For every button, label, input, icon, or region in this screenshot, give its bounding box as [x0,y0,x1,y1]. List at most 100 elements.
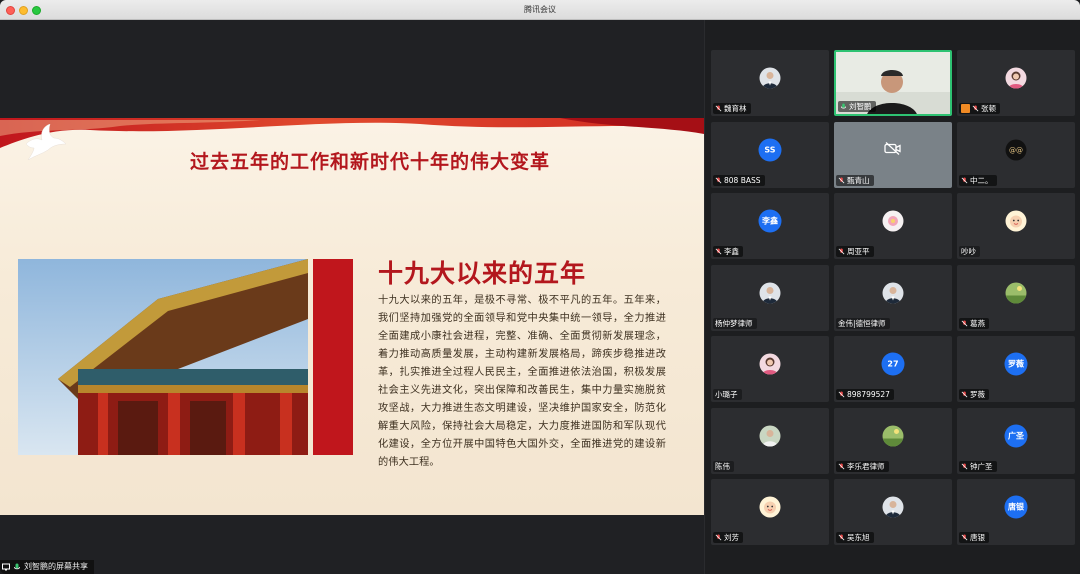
man-suit-avatar [882,496,904,518]
participant-name: 魏育林 [724,104,747,113]
microphone-icon [14,563,20,570]
microphone-muted-icon [961,462,968,469]
participant-tile[interactable]: 张顿 [957,50,1075,116]
cartoon-avatar [759,496,781,518]
man-suit-avatar [759,282,781,304]
participant-name-label: 杨仲梦律师 [713,317,757,329]
microphone-muted-icon [961,176,968,183]
participant-name: 中二。 [970,175,993,185]
participant-name-label: 魏育林 [713,103,751,114]
participant-name-label: 李鑫 [713,246,743,257]
participant-tile[interactable]: 罗薇 罗薇 [957,336,1075,402]
screen-share-label: 刘智鹏的屏幕共享 [24,562,88,571]
participant-tile[interactable]: 广圣 钟广圣 [957,407,1075,474]
microphone-icon [840,103,847,109]
participant-name: 罗薇 [970,390,985,399]
microphone-muted-icon [838,176,845,183]
slide-heading: 十九大以来的五年 [378,259,587,288]
participant-name: 陈伟 [715,461,730,471]
participant-initials-avatar: SS [758,138,782,162]
microphone-muted-icon [838,391,845,398]
screen-share-indicator: 刘智鹏的屏幕共享 [0,560,94,574]
microphone-muted-icon [715,534,722,541]
cartoon-avatar [1005,210,1027,232]
participant-tile[interactable]: 唐银 唐银 [957,479,1075,545]
participant-initials-avatar: 广圣 [1004,424,1028,448]
participant-name-label: 808 BASS [713,174,765,186]
participant-name: 吵吵 [961,247,976,256]
participant-initials-avatar: 李鑫 [758,209,782,233]
slide-title: 过去五年的工作和新时代十年的伟大变革 [190,151,551,173]
participant-name-label: 吵吵 [959,246,980,257]
microphone-muted-icon [961,319,968,326]
participant-name-label: 张顿 [959,103,1000,114]
participant-tile[interactable]: 吵吵 [957,193,1075,259]
participant-name-label: 葛燕 [959,317,989,329]
participant-name: 808 BASS [724,175,761,185]
microphone-muted-icon [838,248,845,255]
participant-tile[interactable]: 魏育林 [711,50,829,116]
palace-photo [18,259,308,455]
participant-initials-avatar: 唐银 [1004,495,1028,519]
microphone-muted-icon [961,534,968,541]
participant-name-label: 唐银 [959,532,989,543]
participant-name-label: 吴东旭 [836,532,874,543]
microphone-muted-icon [838,462,845,469]
participant-name: 吴东旭 [847,533,870,542]
participant-name: 刘芳 [724,533,739,542]
participant-tile[interactable]: 李乐君律师 [834,407,952,474]
participant-name-label: 李乐君律师 [836,460,889,472]
participant-tile[interactable]: 27 898799527 [834,336,952,402]
participant-name-label: 陈伟 [713,460,734,472]
participant-name: 周亚平 [847,247,870,256]
participant-name-label: 罗薇 [959,389,989,400]
participant-name: 898799527 [847,390,890,399]
participant-name-label: 周亚平 [836,246,874,257]
microphone-muted-icon [838,534,845,541]
participant-initials-avatar: 27 [881,352,905,376]
participant-tile[interactable]: 刘芳 [711,479,829,545]
participant-tile[interactable]: SS 808 BASS [711,121,829,188]
participant-name-label: 刘智鹏 [838,101,876,112]
meeting-window: 腾讯会议 过去五年的工作和新时代十年的伟大变革 十九大以来的五年 十九大以来的五… [0,0,1080,574]
microphone-muted-icon [715,105,722,112]
participant-name: 葛燕 [970,318,985,328]
participant-name-label: 小璐子 [713,389,742,400]
participant-tile[interactable]: 李鑫 李鑫 [711,193,829,259]
participant-name: 甄青山 [847,175,870,185]
svg-text:@@: @@ [1009,146,1023,154]
window-title: 腾讯会议 [524,5,556,14]
camera-off-icon [884,140,902,159]
participant-tile[interactable]: 小璐子 [711,336,829,402]
participant-tile[interactable]: 甄青山 [834,121,952,188]
participant-name-label: 中二。 [959,174,997,186]
host-badge-icon [961,104,970,113]
microphone-muted-icon [715,176,722,183]
man-suit-avatar [759,67,781,89]
participant-name: 李乐君律师 [847,461,885,471]
participant-tile[interactable]: 刘智鹏 [834,50,952,116]
man-suit-avatar [882,282,904,304]
red-accent-bar [313,259,353,455]
shared-screen-area: 过去五年的工作和新时代十年的伟大变革 十九大以来的五年 十九大以来的五年，是极不… [0,20,704,574]
participant-tile[interactable]: 杨仲梦律师 [711,264,829,331]
participant-tile[interactable]: 葛燕 [957,264,1075,331]
participant-name-label: 甄青山 [836,174,874,186]
landscape-avatar [882,425,904,447]
microphone-muted-icon [972,105,979,112]
participant-tile[interactable]: 陈伟 [711,407,829,474]
screen-share-icon [2,563,10,571]
participant-tile[interactable]: 吴东旭 [834,479,952,545]
presentation-slide: 过去五年的工作和新时代十年的伟大变革 十九大以来的五年 十九大以来的五年，是极不… [0,118,704,515]
participant-name: 刘智鹏 [849,102,872,111]
participant-tile[interactable]: @@ 中二。 [957,121,1075,188]
participant-name-label: 钟广圣 [959,460,997,472]
woman-avatar [759,353,781,375]
woman-avatar [1005,67,1027,89]
participant-name: 唐银 [970,533,985,542]
participant-tile[interactable]: 周亚平 [834,193,952,259]
participant-name: 李鑫 [724,247,739,256]
participant-tile[interactable]: 金伟|德恒律师 [834,264,952,331]
participant-initials-avatar: 罗薇 [1004,352,1028,376]
title-bar: 腾讯会议 [0,0,1080,20]
